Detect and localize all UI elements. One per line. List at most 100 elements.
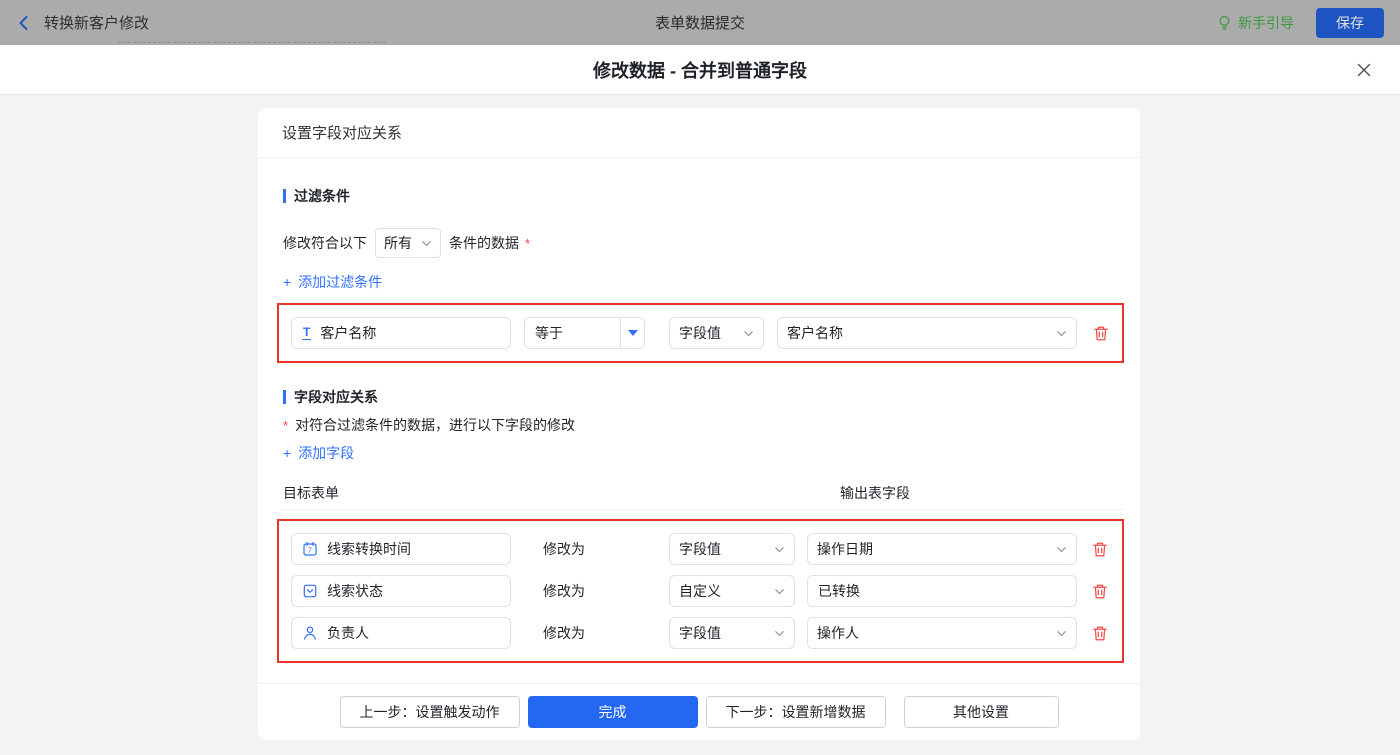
- close-button[interactable]: [1352, 58, 1376, 82]
- beginner-guide-link[interactable]: 新手引导: [1217, 13, 1294, 33]
- target-field-select[interactable]: 7 线索转换时间: [291, 533, 511, 565]
- match-prefix-label: 修改符合以下: [283, 235, 367, 251]
- mapping-row: 负责人 修改为 字段值 操作人: [291, 617, 1110, 649]
- back-button[interactable]: [16, 14, 34, 32]
- column-header-row: 目标表单 输出表字段: [283, 483, 1124, 501]
- column-header-output: 输出表字段: [840, 485, 910, 501]
- value-type-value: 字段值: [679, 325, 721, 341]
- modal-body: 设置字段对应关系 过滤条件 修改符合以下 所有 条件的数据 * + 添加过滤条件: [0, 95, 1400, 755]
- output-type-select[interactable]: 自定义: [669, 575, 795, 607]
- filter-highlight-box: T 客户名称 等于 字段值 客户名称: [277, 303, 1124, 363]
- top-bar: 转换新客户修改 表单数据提交 新手引导 保存: [0, 0, 1400, 45]
- caret-down-button[interactable]: [620, 318, 644, 348]
- chevron-down-icon: [1057, 330, 1066, 336]
- output-field-value: 操作日期: [817, 541, 873, 557]
- tab-underline: [118, 42, 386, 43]
- add-filter-label: 添加过滤条件: [298, 274, 383, 290]
- match-condition-row: 修改符合以下 所有 条件的数据 *: [283, 228, 1124, 258]
- column-divider: [283, 509, 1124, 510]
- section-accent-bar: [283, 189, 286, 203]
- topbar-left: 转换新客户修改: [16, 12, 356, 33]
- section-accent-bar: [283, 390, 286, 404]
- other-settings-button[interactable]: 其他设置: [903, 696, 1059, 728]
- flow-name-label[interactable]: 转换新客户修改: [44, 12, 149, 33]
- target-field-value: 线索转换时间: [327, 541, 411, 557]
- mapping-highlight-box: 7 线索转换时间 修改为 字段值 操作日期 线索状态 修改为 自定义 已转换 负…: [277, 519, 1124, 663]
- calendar-icon: 7: [303, 541, 317, 556]
- add-field-link[interactable]: + 添加字段: [283, 445, 354, 461]
- plus-icon: +: [283, 274, 292, 290]
- filter-field-select[interactable]: T 客户名称: [291, 317, 511, 349]
- delete-mapping-button[interactable]: [1091, 540, 1109, 558]
- match-type-value: 所有: [384, 235, 412, 251]
- topbar-right: 新手引导 保存: [1217, 7, 1384, 38]
- save-button[interactable]: 保存: [1316, 7, 1384, 38]
- add-filter-condition-link[interactable]: + 添加过滤条件: [283, 274, 382, 290]
- done-button[interactable]: 完成: [527, 696, 698, 728]
- card-footer: 上一步：设置触发动作 完成 下一步：设置新增数据 其他设置: [258, 683, 1140, 740]
- required-asterisk: *: [283, 417, 289, 433]
- person-icon: [304, 626, 316, 640]
- target-field-value: 线索状态: [327, 583, 383, 599]
- trash-icon: [1093, 584, 1107, 598]
- modify-to-label: 修改为: [543, 541, 585, 557]
- prev-step-button[interactable]: 上一步：设置触发动作: [339, 696, 520, 728]
- modal-header: 修改数据 - 合并到普通字段: [0, 45, 1400, 95]
- compare-value-select[interactable]: 客户名称: [777, 317, 1077, 349]
- mapping-section-title: 字段对应关系: [283, 389, 1124, 405]
- output-field-value: 操作人: [817, 625, 859, 641]
- chevron-down-icon: [1057, 546, 1066, 552]
- column-header-target: 目标表单: [283, 485, 339, 501]
- trash-icon: [1094, 326, 1108, 340]
- chevron-down-icon: [775, 546, 784, 552]
- custom-value-input[interactable]: 已转换: [807, 575, 1077, 607]
- filter-condition-row: T 客户名称 等于 字段值 客户名称: [291, 317, 1110, 349]
- value-type-select[interactable]: 字段值: [669, 317, 764, 349]
- delete-filter-button[interactable]: [1092, 324, 1110, 342]
- card-content: 过滤条件 修改符合以下 所有 条件的数据 * + 添加过滤条件 T 客户名称 等…: [258, 158, 1140, 663]
- chevron-down-icon: [775, 588, 784, 594]
- settings-card: 设置字段对应关系 过滤条件 修改符合以下 所有 条件的数据 * + 添加过滤条件: [258, 108, 1140, 740]
- svg-text:7: 7: [308, 546, 312, 555]
- chevron-down-icon: [744, 330, 753, 336]
- filter-section-label: 过滤条件: [294, 188, 350, 204]
- mapping-row: 7 线索转换时间 修改为 字段值 操作日期: [291, 533, 1110, 565]
- match-suffix-label: 条件的数据: [449, 235, 519, 251]
- chevron-down-icon: [422, 240, 431, 246]
- plus-icon: +: [283, 445, 292, 461]
- output-type-select[interactable]: 字段值: [669, 533, 795, 565]
- mapping-description: 对符合过滤条件的数据，进行以下字段的修改: [295, 417, 576, 433]
- delete-mapping-button[interactable]: [1091, 582, 1109, 600]
- match-type-select[interactable]: 所有: [375, 228, 441, 258]
- next-step-button[interactable]: 下一步：设置新增数据: [705, 696, 886, 728]
- compare-value: 客户名称: [787, 325, 843, 341]
- guide-label: 新手引导: [1238, 14, 1294, 31]
- custom-value: 已转换: [818, 583, 860, 599]
- operator-select[interactable]: 等于: [524, 317, 645, 349]
- filter-field-value: 客户名称: [320, 325, 377, 341]
- trash-icon: [1093, 542, 1107, 556]
- output-type-value: 字段值: [679, 541, 721, 557]
- caret-down-icon: [627, 330, 638, 336]
- mapping-row: 线索状态 修改为 自定义 已转换: [291, 575, 1110, 607]
- output-field-select[interactable]: 操作人: [807, 617, 1077, 649]
- modify-to-label: 修改为: [543, 583, 585, 599]
- mapping-section-label: 字段对应关系: [294, 389, 378, 405]
- output-field-select[interactable]: 操作日期: [807, 533, 1077, 565]
- operator-value: 等于: [535, 325, 563, 341]
- target-field-select[interactable]: 线索状态: [291, 575, 511, 607]
- modify-to-label: 修改为: [543, 625, 585, 641]
- delete-mapping-button[interactable]: [1091, 624, 1109, 642]
- chevron-down-icon: [1057, 630, 1066, 636]
- output-type-value: 自定义: [679, 583, 721, 599]
- output-type-value: 字段值: [679, 625, 721, 641]
- mapping-description-row: * 对符合过滤条件的数据，进行以下字段的修改: [283, 417, 1124, 433]
- close-icon: [1357, 63, 1371, 77]
- chevron-left-icon: [19, 15, 28, 30]
- target-field-value: 负责人: [327, 625, 369, 641]
- output-type-select[interactable]: 字段值: [669, 617, 795, 649]
- filter-section-title: 过滤条件: [283, 188, 1124, 204]
- required-asterisk: *: [525, 235, 531, 251]
- target-field-select[interactable]: 负责人: [291, 617, 511, 649]
- lightbulb-icon: [1219, 15, 1230, 30]
